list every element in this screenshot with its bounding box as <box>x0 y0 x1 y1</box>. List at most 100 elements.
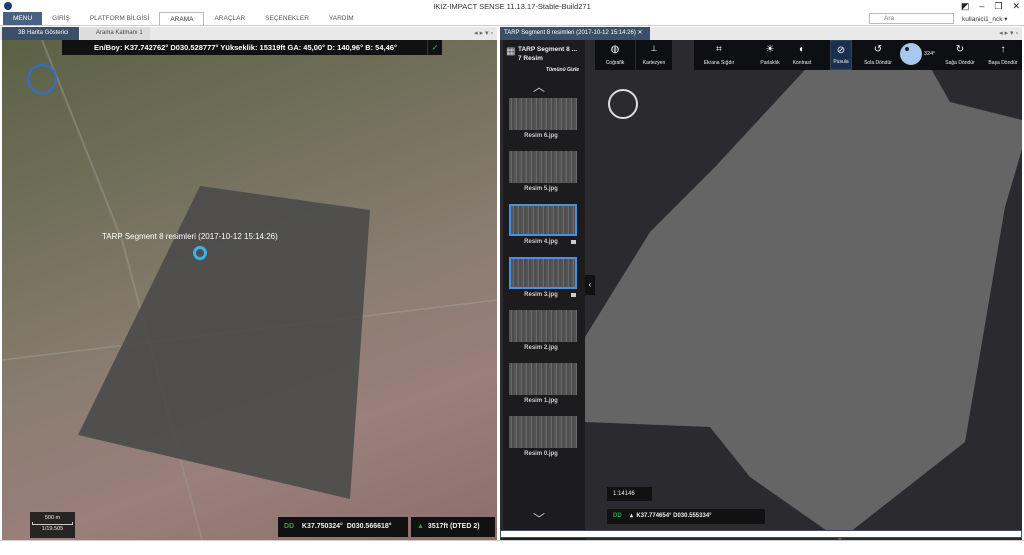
status-strip <box>0 540 1024 555</box>
label: Coğrafik <box>605 60 625 66</box>
globe-icon: ◍ <box>610 44 620 55</box>
menu-main[interactable]: MENU <box>3 12 43 25</box>
contrast-icon: ◐ <box>798 44 806 55</box>
image-toolbar: ⌗ Ekrana Sığdır ☀ Parlaklık ◐ Kontrast ⊘ Pus… <box>694 40 1022 70</box>
collapse-panel-button[interactable]: ‹ <box>585 275 595 295</box>
image-name: Resim 5.jpg <box>524 186 558 192</box>
grid-icon[interactable]: ▦ <box>506 46 515 57</box>
menu-secenekler[interactable]: SEÇENEKLER <box>255 12 319 25</box>
rotation-angle: 324° <box>924 51 936 57</box>
overlay-label[interactable]: TARP Segment 8 resimleri (2017-10-12 15:… <box>102 232 278 241</box>
search-input[interactable] <box>869 13 954 24</box>
rotate-right-button[interactable]: ↻ Sağa Döndür <box>942 40 978 70</box>
image-footprint <box>585 59 1022 540</box>
tab-label: TARP Segment 8 resimleri (2017-10-12 15:… <box>504 30 636 36</box>
menu-giris[interactable]: GİRİŞ <box>42 12 80 25</box>
image-name: Resim 6.jpg <box>524 133 558 139</box>
coord-format[interactable]: DD <box>613 513 622 519</box>
label: Sağa Döndür <box>945 60 975 66</box>
minimize-button[interactable]: – <box>979 1 984 12</box>
image-thumbnail[interactable] <box>509 151 577 183</box>
coordinates-text: En/Boy: K37.742762° D030.528777° Yüksekl… <box>94 43 397 52</box>
rotate-left-icon: ↺ <box>873 44 883 55</box>
label: Kontrast <box>792 60 812 66</box>
horizontal-scrollbar[interactable] <box>500 530 1022 538</box>
label: Parlaklık <box>760 60 780 66</box>
image-thumbnail[interactable] <box>509 257 577 289</box>
tab-label: Arama Katmanı 1 <box>96 30 143 36</box>
chevron-down-icon[interactable]: ✓ <box>427 40 442 55</box>
tab-nav-icons[interactable]: ◂ ▸ ▾ ▫ <box>474 29 493 37</box>
compass-icon[interactable] <box>608 89 638 119</box>
menu-arama[interactable]: ARAMA <box>159 12 205 25</box>
image-thumbnail[interactable] <box>509 310 577 342</box>
3d-map-view[interactable]: TARP Segment 8 resimleri (2017-10-12 15:… <box>2 40 497 540</box>
image-thumbnail[interactable] <box>509 204 577 236</box>
rotation-dial[interactable] <box>900 43 922 65</box>
scale-ratio: 1/19.505 <box>41 526 64 532</box>
close-button[interactable]: ✕ <box>1012 1 1020 12</box>
cursor-coordinates: DD K37.750324° D030.566618° <box>278 517 408 537</box>
menu-yardim[interactable]: YARDIM <box>319 12 364 25</box>
tab-nav-icons[interactable]: ◂ ▸ ▾ ▫ <box>999 29 1018 37</box>
hide-all-button[interactable]: Tümünü Gizle <box>546 67 579 73</box>
maximize-button[interactable]: ❐ <box>994 1 1002 12</box>
visible-indicator-icon[interactable] <box>571 240 576 244</box>
axes-icon: ⊥ <box>650 44 658 53</box>
label: Kartezyen <box>642 60 666 66</box>
label: Sola Döndür <box>864 60 892 66</box>
elevation-value: 3517ft (DTED 2) <box>427 523 480 530</box>
image-count: 7 Resim <box>518 55 543 62</box>
menu-araclar[interactable]: ARAÇLAR <box>204 12 255 25</box>
image-name: Resim 3.jpg <box>524 292 558 298</box>
arrow-up-icon: ↑ <box>1000 44 1006 55</box>
scale-distance: 500 m <box>44 515 61 521</box>
close-tab-icon[interactable]: ✕ <box>638 30 643 36</box>
camera-coordinates-bar: En/Boy: K37.742762° D030.528777° Yüksekl… <box>62 40 442 55</box>
sun-icon: ☀ <box>765 44 775 55</box>
dial-knob[interactable] <box>905 47 909 51</box>
panel-title: TARP Segment 8 ... <box>518 46 577 53</box>
fit-icon: ⌗ <box>716 44 722 55</box>
image-name: Resim 2.jpg <box>524 345 558 351</box>
image-list-panel: ▦ TARP Segment 8 ... 7 Resim Tümünü Gizl… <box>503 40 585 540</box>
terrain-icon: ▲ <box>417 523 424 530</box>
fit-screen-button[interactable]: ⌗ Ekrana Sığdır <box>694 40 744 70</box>
image-name: Resim 0.jpg <box>524 451 558 457</box>
tab-search-layer[interactable]: Arama Katmanı 1 ✕ <box>80 27 150 49</box>
tab-3d-map[interactable]: 3B Harita Gösterici ✕ <box>2 27 79 49</box>
scroll-down-icon[interactable]: ﹀ <box>533 510 545 527</box>
menu-platform-bilgisi[interactable]: PLATFORM BİLGİSİ <box>80 12 159 25</box>
title-bar: IKIZ-IMPACT SENSE 11.13.17-Stable-Build2… <box>0 0 1024 12</box>
contrast-button[interactable]: ◐ Kontrast <box>786 40 818 70</box>
compass-button[interactable]: ⊘ Pusula <box>830 40 852 70</box>
image-scale: 1:14146 <box>607 487 652 501</box>
compass-icon[interactable] <box>27 64 57 94</box>
brightness-button[interactable]: ☀ Parlaklık <box>752 40 788 70</box>
right-tab-strip: ◂ ▸ ▾ ▫ <box>650 27 1022 40</box>
reset-rotation-button[interactable]: ↑ Başa Döndür <box>984 40 1022 70</box>
rotate-right-icon: ↻ <box>955 44 965 55</box>
user-menu[interactable]: kullanici1_nck ▾ <box>962 15 1008 23</box>
label: Ekrana Sığdır <box>703 60 735 66</box>
restore-layout-icon[interactable]: ◩ <box>961 1 970 12</box>
image-name: Resim 1.jpg <box>524 398 558 404</box>
image-thumbnail[interactable] <box>509 363 577 395</box>
geographic-button[interactable]: ◍ Coğrafik <box>595 40 635 70</box>
label: Başa Döndür <box>988 60 1018 66</box>
scroll-up-icon[interactable]: ︿ <box>533 78 545 95</box>
coordinates: K37.774654° D030.555334° <box>636 513 712 519</box>
image-thumbnail[interactable] <box>509 98 577 130</box>
left-tab-strip: 3B Harita Gösterici ✕ Arama Katmanı 1 ✕ … <box>0 27 497 49</box>
latitude: K37.750324° <box>301 523 343 530</box>
cartesian-button[interactable]: ⊥ Kartezyen <box>636 40 672 70</box>
image-thumbnail[interactable] <box>509 416 577 448</box>
window-title: IKIZ-IMPACT SENSE 11.13.17-Stable-Build2… <box>433 2 591 11</box>
label: Pusula <box>833 59 849 65</box>
elevation-readout: ▲ 3517ft (DTED 2) <box>411 517 495 537</box>
rotate-left-button[interactable]: ↺ Sola Döndür <box>858 40 898 70</box>
location-pin-icon[interactable] <box>193 246 207 260</box>
visible-indicator-icon[interactable] <box>571 293 576 297</box>
tab-image-viewer[interactable]: TARP Segment 8 resimleri (2017-10-12 15:… <box>500 27 650 40</box>
coord-format[interactable]: DD <box>284 523 294 530</box>
